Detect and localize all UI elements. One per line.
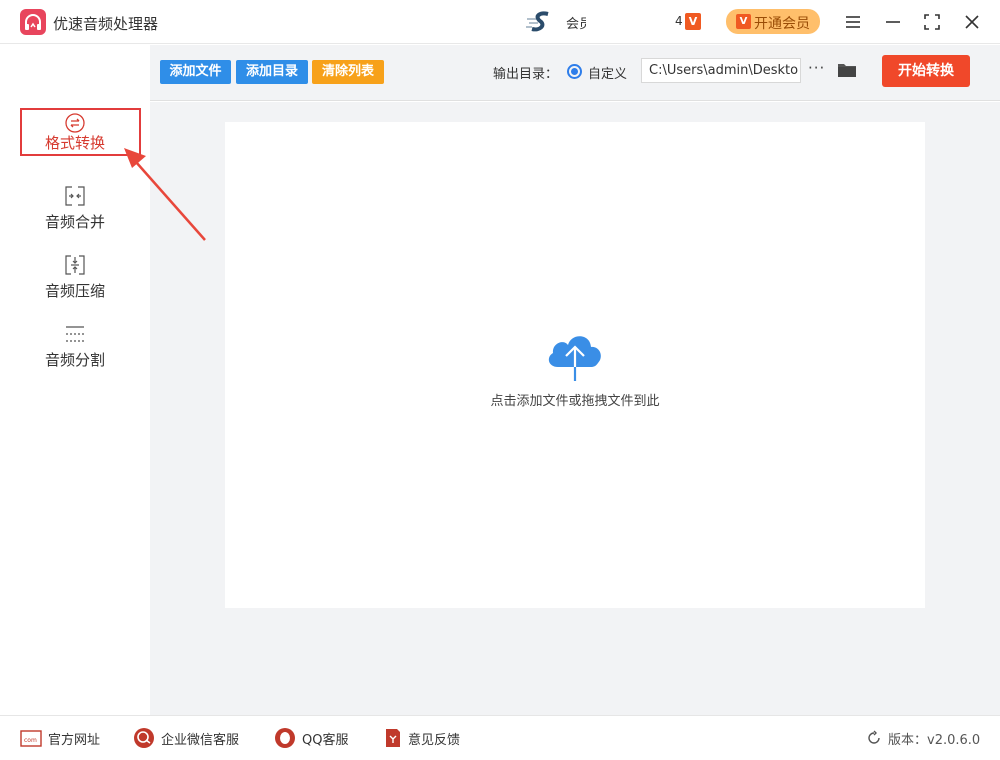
- start-convert-button[interactable]: 开始转换: [882, 55, 970, 87]
- more-options-button[interactable]: ···: [808, 59, 825, 77]
- vip-badge-icon: V: [685, 13, 701, 30]
- sidebar-item-label: 音频压缩: [44, 282, 105, 300]
- app-title: 优速音频处理器: [53, 15, 159, 33]
- sidebar-item-label: 格式转换: [44, 134, 105, 152]
- sidebar-item-label: 音频分割: [44, 351, 105, 369]
- version-label: 版本：v2.0.6.0: [888, 733, 981, 748]
- file-drop-zone[interactable]: 点击添加文件或拖拽文件到此: [225, 122, 925, 608]
- merge-icon: [64, 185, 86, 207]
- promo-logo-icon[interactable]: [526, 10, 556, 34]
- minimize-icon[interactable]: [882, 11, 904, 33]
- footer: com 官方网址 企业微信客服 QQ客服 意见反馈 版本：v2.0.6.0: [0, 715, 1000, 760]
- vip-crown-icon: V: [736, 14, 751, 29]
- custom-radio[interactable]: [567, 64, 582, 79]
- output-dir-label: 输出目录：: [493, 67, 559, 82]
- open-vip-button[interactable]: V 开通会员: [726, 9, 820, 34]
- drop-hint-text: 点击添加文件或拖拽文件到此: [490, 394, 660, 409]
- com-text: com: [24, 737, 37, 744]
- compress-icon: [64, 254, 86, 276]
- sidebar-item-audio-split[interactable]: 音频分割: [20, 323, 141, 371]
- refresh-icon[interactable]: [866, 730, 882, 746]
- title-bar: 优速音频处理器 会员 4 V V 开通会员: [0, 0, 1000, 44]
- output-path-input[interactable]: C:\Users\admin\Deskto: [641, 58, 801, 83]
- maximize-icon[interactable]: [921, 11, 943, 33]
- toolbar: 添加文件 添加目录 清除列表 输出目录： 自定义 C:\Users\admin\…: [150, 45, 1000, 101]
- sidebar-item-audio-merge[interactable]: 音频合并: [20, 185, 141, 233]
- qq-service-link[interactable]: QQ客服: [302, 729, 348, 748]
- add-file-button[interactable]: 添加文件: [160, 60, 231, 84]
- main-area: 点击添加文件或拖拽文件到此: [150, 102, 1000, 715]
- official-website-link[interactable]: 官方网址: [48, 729, 100, 748]
- wechat-service-icon[interactable]: [133, 727, 155, 749]
- sidebar-item-audio-compress[interactable]: 音频压缩: [20, 254, 141, 302]
- wechat-service-link[interactable]: 企业微信客服: [161, 729, 239, 748]
- split-icon: [64, 323, 86, 345]
- clear-list-button[interactable]: 清除列表: [312, 60, 384, 84]
- menu-icon[interactable]: [842, 11, 864, 33]
- cloud-upload-icon: [544, 327, 606, 383]
- website-icon[interactable]: com: [20, 727, 42, 749]
- sidebar: 格式转换 音频合并 音频压缩 音频分割: [0, 45, 150, 715]
- custom-radio-label[interactable]: 自定义: [588, 63, 627, 82]
- folder-icon[interactable]: [837, 61, 857, 79]
- app-logo-icon: [20, 9, 46, 35]
- vip-button-label: 开通会员: [754, 16, 810, 32]
- format-convert-icon: [64, 112, 86, 134]
- app-window: 优速音频处理器 会员 4 V V 开通会员 格式转换 音频合并 音频压缩 音频分…: [0, 0, 1000, 760]
- add-directory-button[interactable]: 添加目录: [236, 60, 308, 84]
- sidebar-item-label: 音频合并: [44, 213, 105, 231]
- feedback-link[interactable]: 意见反馈: [408, 729, 460, 748]
- promo-text[interactable]: 会员: [566, 13, 586, 32]
- qq-service-icon[interactable]: [274, 727, 296, 749]
- badge-count: 4: [675, 14, 683, 28]
- close-icon[interactable]: [961, 11, 983, 33]
- sidebar-item-format-convert[interactable]: 格式转换: [20, 108, 141, 156]
- feedback-icon[interactable]: [382, 727, 404, 749]
